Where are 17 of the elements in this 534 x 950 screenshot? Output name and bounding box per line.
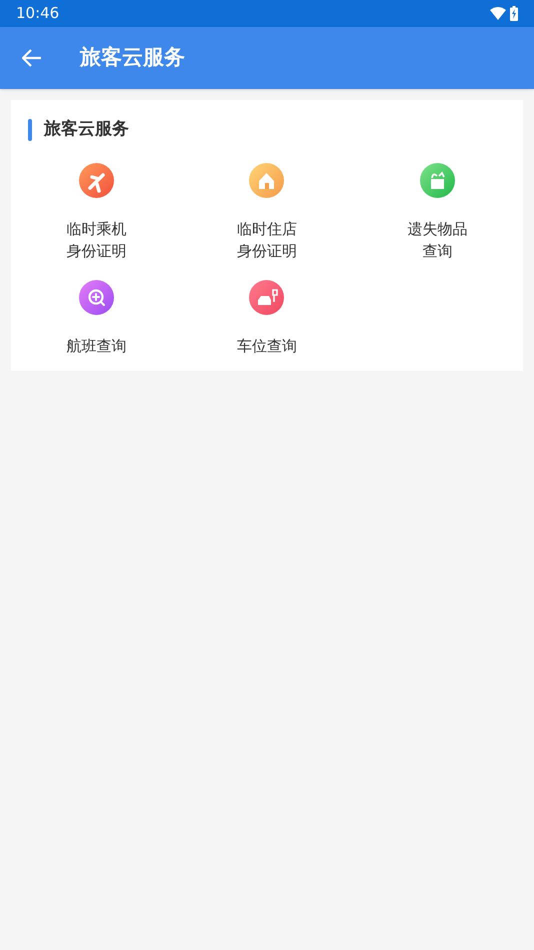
service-label[interactable]: 临时住店 身份证明 [236, 218, 297, 262]
box-icon[interactable] [420, 162, 456, 198]
service-label[interactable]: 遗失物品 查询 [408, 218, 468, 262]
service-label[interactable]: 航班查询 [66, 334, 126, 356]
clock: 10:46 [16, 3, 60, 24]
accent-bar [28, 118, 32, 141]
service-label[interactable]: 车位查询 [236, 334, 297, 356]
service-label[interactable]: 临时乘机 身份证明 [66, 218, 126, 262]
car-icon[interactable] [249, 280, 284, 314]
wifi-icon [490, 7, 506, 20]
section-title: 旅客云服务 [44, 118, 129, 141]
page-title: 旅客云服务 [80, 44, 185, 72]
back-arrow-icon[interactable] [22, 49, 42, 67]
search-icon[interactable] [78, 280, 114, 314]
plane-icon[interactable] [78, 162, 114, 198]
house-icon[interactable] [249, 162, 284, 198]
battery-charging-icon [510, 6, 518, 21]
